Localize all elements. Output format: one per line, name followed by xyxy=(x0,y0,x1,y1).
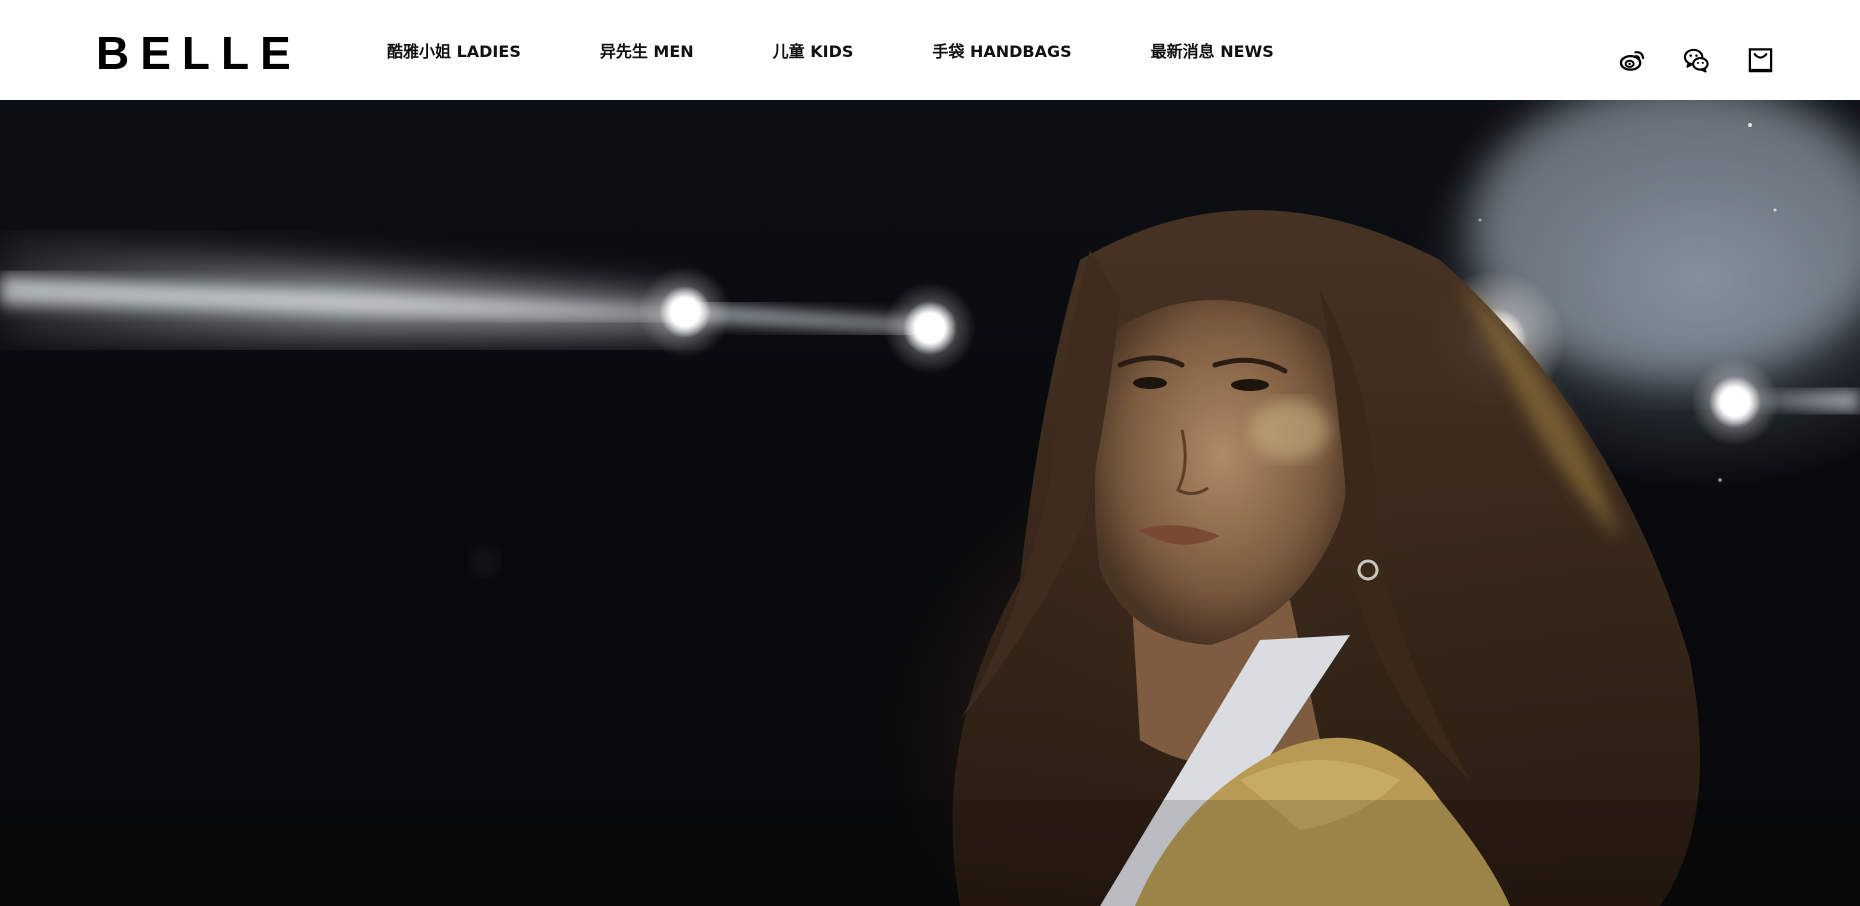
header-icons xyxy=(1619,46,1774,74)
brand-logo[interactable]: BELLE xyxy=(96,28,302,78)
weibo-icon[interactable] xyxy=(1619,46,1646,74)
nav-item-kids[interactable]: 儿童 KIDS xyxy=(773,38,854,62)
wechat-icon[interactable] xyxy=(1683,46,1710,74)
hero-image xyxy=(0,100,1860,906)
nav-item-men[interactable]: 异先生 MEN xyxy=(600,38,694,62)
nav-item-handbags[interactable]: 手袋 HANDBAGS xyxy=(932,38,1071,62)
shopping-bag-icon[interactable] xyxy=(1747,46,1774,74)
nav-item-ladies[interactable]: 酷雅小姐 LADIES xyxy=(387,38,521,62)
main-nav: 酷雅小姐 LADIES 异先生 MEN 儿童 KIDS 手袋 HANDBAGS … xyxy=(387,0,1353,100)
nav-item-news[interactable]: 最新消息 NEWS xyxy=(1151,38,1274,62)
hero-banner[interactable] xyxy=(0,100,1860,906)
site-header: BELLE 酷雅小姐 LADIES 异先生 MEN 儿童 KIDS 手袋 HAN… xyxy=(0,0,1860,100)
